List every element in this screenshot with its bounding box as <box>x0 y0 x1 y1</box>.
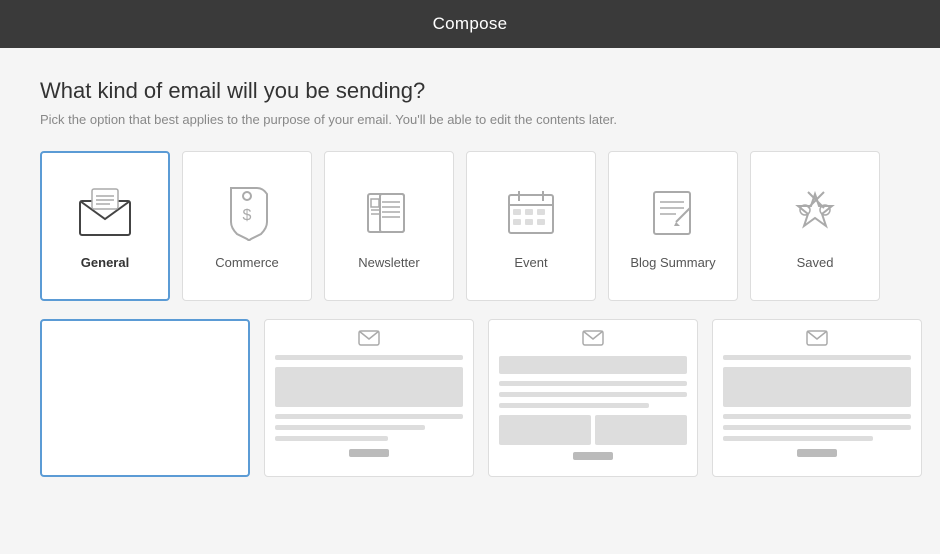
tpl2-line3 <box>275 425 425 430</box>
type-cards-row: General $ Commerce <box>40 151 900 301</box>
newsletter-icon <box>359 183 419 243</box>
template-card-4[interactable] <box>712 319 922 477</box>
template-4-preview <box>723 330 911 466</box>
question-heading: What kind of email will you be sending? <box>40 78 900 104</box>
template-card-3[interactable] <box>488 319 698 477</box>
event-icon <box>501 183 561 243</box>
subtitle-text: Pick the option that best applies to the… <box>40 112 900 127</box>
tpl2-line4 <box>275 436 388 441</box>
tpl3-line1 <box>499 381 687 386</box>
tpl4-block1 <box>723 367 911 407</box>
type-card-event[interactable]: Event <box>466 151 596 301</box>
saved-icon <box>785 183 845 243</box>
tpl2-btn <box>349 449 389 457</box>
blog-summary-label: Blog Summary <box>630 255 715 270</box>
main-content: What kind of email will you be sending? … <box>0 48 940 497</box>
event-label: Event <box>514 255 547 270</box>
tpl4-line1 <box>723 355 911 360</box>
tpl4-line2 <box>723 414 911 419</box>
tpl3-col1 <box>499 415 591 445</box>
type-card-commerce[interactable]: $ Commerce <box>182 151 312 301</box>
commerce-icon: $ <box>217 183 277 243</box>
general-label: General <box>81 255 129 270</box>
tpl3-col2 <box>595 415 687 445</box>
template-3-preview <box>499 330 687 466</box>
saved-label: Saved <box>797 255 834 270</box>
type-card-general[interactable]: General <box>40 151 170 301</box>
title-bar: Compose <box>0 0 940 48</box>
type-card-saved[interactable]: Saved <box>750 151 880 301</box>
tpl2-line1 <box>275 355 463 360</box>
template-card-2[interactable] <box>264 319 474 477</box>
tpl4-line4 <box>723 436 873 441</box>
tpl3-line2 <box>499 392 687 397</box>
tpl3-btn <box>573 452 613 460</box>
tpl4-email-icon <box>723 330 911 346</box>
tpl2-email-icon <box>275 330 463 346</box>
template-card-1[interactable] <box>40 319 250 477</box>
general-icon <box>75 183 135 243</box>
svg-text:$: $ <box>243 207 252 224</box>
tpl2-line2 <box>275 414 463 419</box>
tpl3-email-icon <box>499 330 687 346</box>
newsletter-label: Newsletter <box>358 255 419 270</box>
commerce-label: Commerce <box>215 255 279 270</box>
title-label: Compose <box>433 14 508 33</box>
tpl3-block1 <box>499 356 687 374</box>
type-card-blog-summary[interactable]: Blog Summary <box>608 151 738 301</box>
type-card-newsletter[interactable]: Newsletter <box>324 151 454 301</box>
template-2-preview <box>275 330 463 466</box>
template-cards-row <box>40 319 900 477</box>
tpl4-btn <box>797 449 837 457</box>
tpl3-line3 <box>499 403 649 408</box>
tpl4-line3 <box>723 425 911 430</box>
tpl2-block1 <box>275 367 463 407</box>
blog-summary-icon <box>643 183 703 243</box>
